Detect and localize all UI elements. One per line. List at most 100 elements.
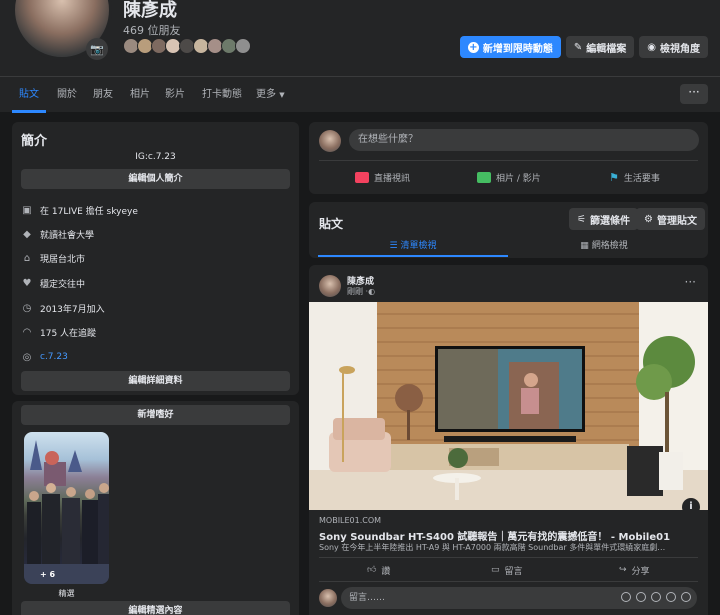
post-composer: 在想些什麼？ 直播視訊 相片 / 影片 ⚑ 生活要事 — [309, 122, 708, 194]
intro-item-relationship: ♥ 穩定交往中 — [21, 276, 86, 290]
live-video-label: 直播視訊 — [374, 173, 411, 184]
link-preview-image[interactable]: i — [309, 302, 708, 510]
intro-item-text: 175 人在追蹤 — [40, 328, 97, 339]
camera-icon[interactable]: 📷 — [86, 38, 108, 60]
manage-posts-button[interactable]: ⚙ 管理貼文 — [636, 208, 705, 230]
photo-video-button[interactable]: 相片 / 影片 — [477, 169, 541, 185]
intro-item-joined: ◷ 2013年7月加入 — [21, 301, 105, 315]
caret-down-icon: ▼ — [279, 91, 285, 99]
edit-profile-label: 編輯檔案 — [586, 43, 627, 55]
manage-posts-label: 管理貼文 — [656, 215, 697, 227]
intro-title: 簡介 — [21, 134, 48, 149]
link-title[interactable]: Sony Soundbar HT-S400 試聽報告｜萬元有找的震撼低音！ - … — [319, 528, 670, 543]
filter-button[interactable]: ⚟ 篩選條件 — [569, 208, 638, 230]
edit-profile-button[interactable]: ✎ 編輯檔案 — [565, 36, 635, 58]
featured-collection-image[interactable]: + 6 — [24, 432, 109, 584]
add-story-button[interactable]: + 新增到限時動態 — [459, 36, 561, 58]
friend-avatars — [123, 38, 251, 54]
emoji-icon[interactable] — [636, 592, 646, 602]
comment-button[interactable]: ▭ 留言 — [491, 562, 523, 578]
sticker-icon[interactable] — [621, 592, 631, 602]
post-more-button[interactable]: ··· — [685, 275, 696, 289]
intro-item-text: 在 17LIVE 擔任 skyeye — [40, 206, 138, 217]
life-event-button[interactable]: ⚑ 生活要事 — [609, 169, 660, 185]
featured-count: + 6 — [40, 570, 56, 579]
tab-videos[interactable]: 影片 — [165, 77, 185, 113]
eye-icon: ◉ — [647, 41, 656, 53]
photo-icon — [477, 171, 491, 183]
share-icon: ↪ — [619, 565, 627, 575]
sticker-alt-icon[interactable] — [681, 592, 691, 602]
tab-photos[interactable]: 相片 — [130, 77, 150, 113]
intro-bio: IG:c.7.23 — [135, 152, 176, 162]
like-button[interactable]: 👍︎ 讚 — [367, 562, 390, 578]
featured-photo — [24, 440, 109, 584]
share-label: 分享 — [631, 566, 650, 577]
tab-more[interactable]: 更多 ▼ — [256, 77, 285, 113]
comment-avatar[interactable] — [319, 589, 337, 607]
profile-header: 📷 陳彥成 469 位朋友 + 新增到限時動態 ✎ 編輯檔案 ◉ 檢視角度 — [0, 0, 720, 76]
tab-checkins[interactable]: 打卡動態 — [202, 77, 242, 113]
composer-input[interactable]: 在想些什麼？ — [349, 129, 699, 151]
intro-item-education: ◆ 就讀社會大學 — [21, 227, 94, 241]
thumbs-up-icon: 👍︎ — [367, 565, 377, 575]
home-icon: ⌂ — [23, 252, 31, 264]
friends-count[interactable]: 469 位朋友 — [123, 22, 181, 38]
tab-about[interactable]: 關於 — [57, 77, 77, 113]
life-event-label: 生活要事 — [623, 173, 660, 184]
like-label: 讚 — [381, 566, 391, 577]
link-domain: MOBILE01.COM — [319, 516, 382, 525]
photo-video-label: 相片 / 影片 — [496, 173, 541, 184]
post-card: 陳彥成 剛剛 ·◐ ··· i MOBILE01.COM Sony Soundb… — [309, 265, 708, 615]
camera-icon[interactable] — [651, 592, 661, 602]
rss-icon: ◠ — [22, 326, 32, 338]
comment-input[interactable]: 留言…… — [341, 587, 697, 609]
composer-avatar[interactable] — [319, 130, 341, 152]
briefcase-icon: ▣ — [22, 204, 32, 216]
instagram-link[interactable]: c.7.23 — [40, 352, 68, 362]
tab-list-view[interactable]: ☰ 清單檢視 — [318, 235, 508, 257]
live-video-icon — [355, 171, 369, 183]
clock-icon: ◷ — [22, 302, 32, 314]
filter-label: 篩選條件 — [589, 215, 630, 227]
plus-circle-icon: + — [467, 41, 479, 53]
living-room-photo — [309, 302, 708, 510]
edit-featured-button[interactable]: 編輯精選內容 — [21, 601, 290, 615]
intro-item-text: 穩定交往中 — [40, 279, 86, 290]
intro-card: 簡介 IG:c.7.23 編輯個人簡介 ▣ 在 17LIVE 擔任 skyeye… — [12, 122, 299, 395]
globe-icon: ·◐ — [365, 287, 376, 296]
tab-posts[interactable]: 貼文 — [12, 77, 46, 113]
intro-item-instagram[interactable]: ◎ c.7.23 — [21, 350, 68, 364]
intro-item-text: 現居台北市 — [40, 254, 86, 265]
edit-bio-button[interactable]: 編輯個人簡介 — [21, 169, 290, 189]
intro-item-work: ▣ 在 17LIVE 擔任 skyeye — [21, 203, 138, 217]
info-icon[interactable]: i — [682, 498, 700, 510]
posts-header: 貼文 ⚟ 篩選條件 ⚙ 管理貼文 ☰ 清單檢視 ▦ 網格檢視 — [309, 202, 708, 258]
share-button[interactable]: ↪ 分享 — [619, 562, 650, 578]
post-author-avatar[interactable] — [319, 275, 341, 297]
grid-icon: ▦ — [580, 241, 589, 251]
view-as-button[interactable]: ◉ 檢視角度 — [639, 36, 708, 58]
gear-icon: ⚙ — [644, 213, 653, 225]
intro-item-text: 2013年7月加入 — [40, 304, 105, 315]
list-icon: ☰ — [389, 241, 398, 251]
intro-item-followers: ◠ 175 人在追蹤 — [21, 325, 96, 339]
gif-icon[interactable] — [666, 592, 676, 602]
tab-grid-view[interactable]: ▦ 網格檢視 — [509, 235, 699, 257]
comment-icon: ▭ — [491, 565, 500, 575]
add-story-label: 新增到限時動態 — [482, 43, 553, 55]
live-video-button[interactable]: 直播視訊 — [355, 169, 410, 185]
posts-title: 貼文 — [319, 217, 344, 231]
pencil-icon: ✎ — [573, 41, 583, 53]
profile-tabs: 貼文 關於 朋友 相片 影片 打卡動態 更多 ▼ ··· — [0, 76, 720, 113]
edit-details-button[interactable]: 編輯詳細資料 — [21, 371, 290, 391]
tab-friends[interactable]: 朋友 — [93, 77, 113, 113]
composer-divider — [319, 160, 698, 161]
grid-view-label: 網格檢視 — [591, 241, 628, 251]
post-time[interactable]: 剛剛 ·◐ — [347, 286, 375, 297]
more-options-button[interactable]: ··· — [680, 84, 708, 104]
instagram-icon: ◎ — [22, 351, 32, 363]
friend-avatar[interactable] — [235, 38, 251, 54]
comment-label: 留言 — [504, 566, 523, 577]
add-hobbies-button[interactable]: 新增嗜好 — [21, 405, 290, 425]
